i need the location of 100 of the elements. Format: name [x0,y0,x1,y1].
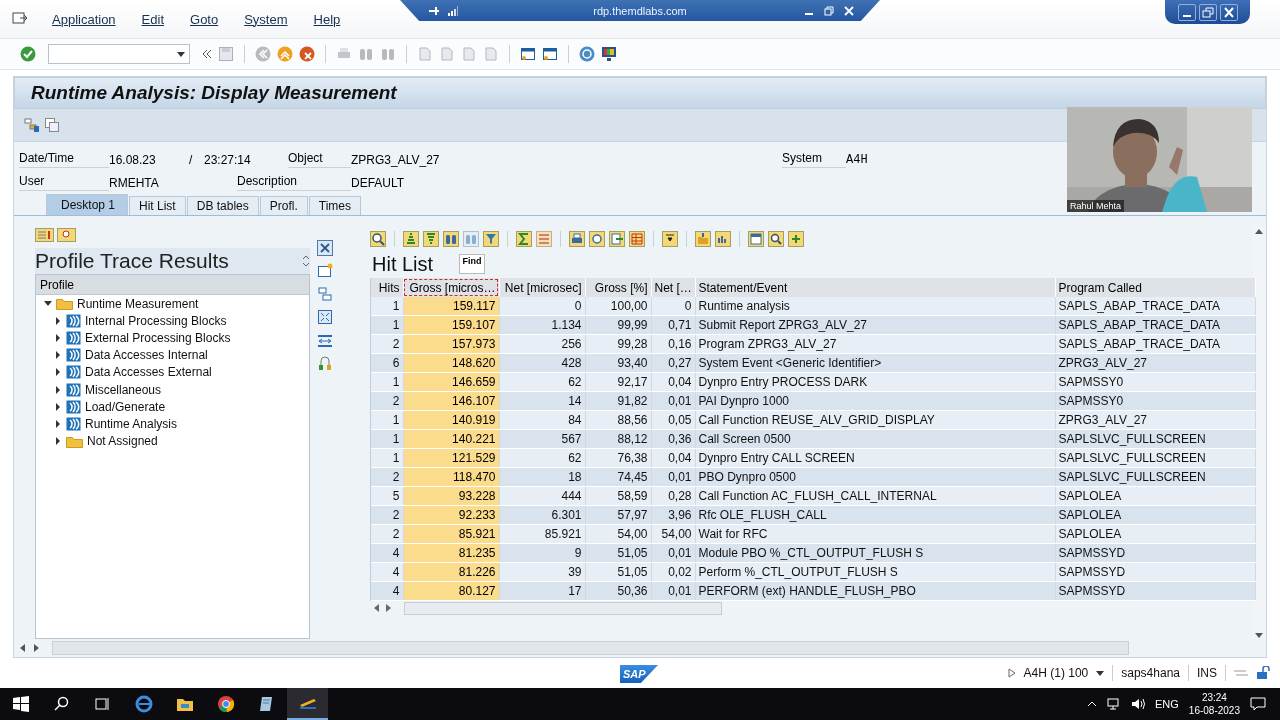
scroll-right-icon[interactable] [34,644,40,652]
expand-icon[interactable] [317,309,333,325]
window-icon[interactable] [317,263,333,279]
menu-item[interactable]: System [242,11,290,27]
expand-arrow-icon[interactable] [56,316,60,325]
expand-arrow-icon[interactable] [56,351,60,360]
tab[interactable]: Times [308,196,361,215]
expand-arrow-icon[interactable] [56,419,60,428]
lock-icon[interactable] [1256,666,1270,680]
window-icon[interactable] [520,46,536,62]
clock-date[interactable]: 16-08-2023 [1188,704,1240,717]
scroll-right-icon[interactable] [386,604,392,612]
sort-icon[interactable] [403,231,419,247]
menu-item[interactable]: Edit [139,11,166,27]
network-icon[interactable] [1107,698,1121,710]
expand-arrow-icon[interactable] [56,333,60,342]
scroll-up-icon[interactable] [1255,228,1263,234]
panel-title: Profile Trace Results [35,248,229,274]
task-view-icon[interactable] [94,696,111,712]
dropdown-arrow-icon[interactable] [177,51,185,57]
tree-item[interactable]: Runtime Analysis [85,416,178,431]
tab[interactable]: DB tables [186,196,259,215]
tab[interactable]: Desktop 1 [46,194,129,215]
column-header[interactable]: Program Called [1055,278,1255,297]
tree-item[interactable]: Runtime Measurement [77,296,199,311]
sum-icon[interactable] [516,231,532,247]
swap-icon[interactable] [317,286,333,302]
play-icon[interactable] [1007,668,1016,678]
menu-item[interactable]: Help [311,11,343,27]
binoculars-icon[interactable] [443,231,459,247]
tab[interactable]: Profl. [259,196,308,215]
export-icon[interactable] [609,231,625,247]
scroll-left-icon[interactable] [374,604,380,612]
chrome-icon[interactable] [216,695,235,713]
scroll-arrows-icon[interactable] [302,254,310,268]
close-icon[interactable] [317,240,333,256]
menu-icon[interactable] [12,12,28,26]
print-icon[interactable] [569,231,585,247]
dropdown-arrow-icon[interactable] [1096,670,1105,676]
column-header[interactable]: Gross [%] [585,278,651,297]
node-icon [66,330,81,345]
cancel-icon[interactable] [299,46,315,62]
sort-icon[interactable] [423,231,439,247]
hierarchy-icon[interactable] [317,355,333,371]
pin-icon[interactable] [428,5,440,16]
restore-icon[interactable] [824,5,834,16]
tree-item[interactable]: External Processing Blocks [85,330,231,345]
scrollbar-thumb[interactable] [52,641,1129,655]
chart-icon[interactable] [715,231,731,247]
tree-item[interactable]: Data Accesses Internal [85,348,208,363]
close-icon[interactable] [1219,3,1238,21]
windows-logo-icon[interactable] [12,696,29,712]
tree-item[interactable]: Load/Generate [85,399,166,414]
column-header[interactable]: Hits [371,278,403,297]
column-header[interactable]: Net [microsec] [499,278,585,297]
notification-icon[interactable] [1250,697,1266,711]
double-chevron-icon[interactable] [202,49,212,59]
expand-arrow-icon[interactable] [56,368,60,377]
window-icon[interactable] [542,46,558,62]
chevron-up-icon[interactable] [1087,701,1097,707]
language-indicator[interactable]: ENG [1155,698,1179,710]
search-icon[interactable] [53,696,70,712]
monitor-icon[interactable] [601,46,617,62]
magnifier-icon[interactable] [57,228,76,242]
command-field[interactable] [48,44,190,64]
view-icon[interactable] [589,231,605,247]
filter-icon[interactable] [483,231,499,247]
column-header: Profile [36,275,309,295]
check-icon[interactable] [20,46,36,62]
windows-icon[interactable] [44,117,60,133]
expand-arrow-icon[interactable] [56,385,60,394]
column-header[interactable]: Net [… [651,278,695,297]
menu-item[interactable]: Goto [188,11,221,27]
minimize-icon[interactable] [1177,3,1196,21]
list-icon[interactable] [35,228,54,242]
column-header[interactable]: Statement/Event [695,278,1055,297]
tab[interactable]: Hit List [129,196,186,215]
column-header[interactable]: Gross [micros… [403,278,499,297]
tree-item[interactable]: Data Accesses External [85,365,212,380]
tree-item[interactable]: Internal Processing Blocks [85,313,227,328]
layout-icon[interactable] [662,231,678,247]
grid-icon[interactable] [629,231,645,247]
scroll-left-icon[interactable] [20,644,26,652]
scrollbar-thumb[interactable] [404,601,722,615]
expand-arrow-icon[interactable] [56,402,60,411]
magnifier-icon[interactable] [768,231,784,247]
expand-arrow-icon[interactable] [56,437,60,446]
magnifier-icon[interactable] [370,231,386,247]
speaker-icon[interactable] [1131,698,1145,710]
restore-icon[interactable] [1198,3,1217,21]
menu-item[interactable]: Application [50,11,118,27]
column-width-icon[interactable] [317,332,333,348]
tree-item[interactable]: Not Assigned [87,434,158,449]
info-icon[interactable] [748,231,764,247]
clock-time[interactable]: 23:24 [1201,691,1227,704]
tree-item[interactable]: Miscellaneous [85,382,162,397]
browser-icon[interactable] [134,695,153,713]
hierarchy-icon[interactable] [24,117,40,133]
folder-icon[interactable] [175,696,194,712]
help-icon[interactable] [579,46,595,62]
